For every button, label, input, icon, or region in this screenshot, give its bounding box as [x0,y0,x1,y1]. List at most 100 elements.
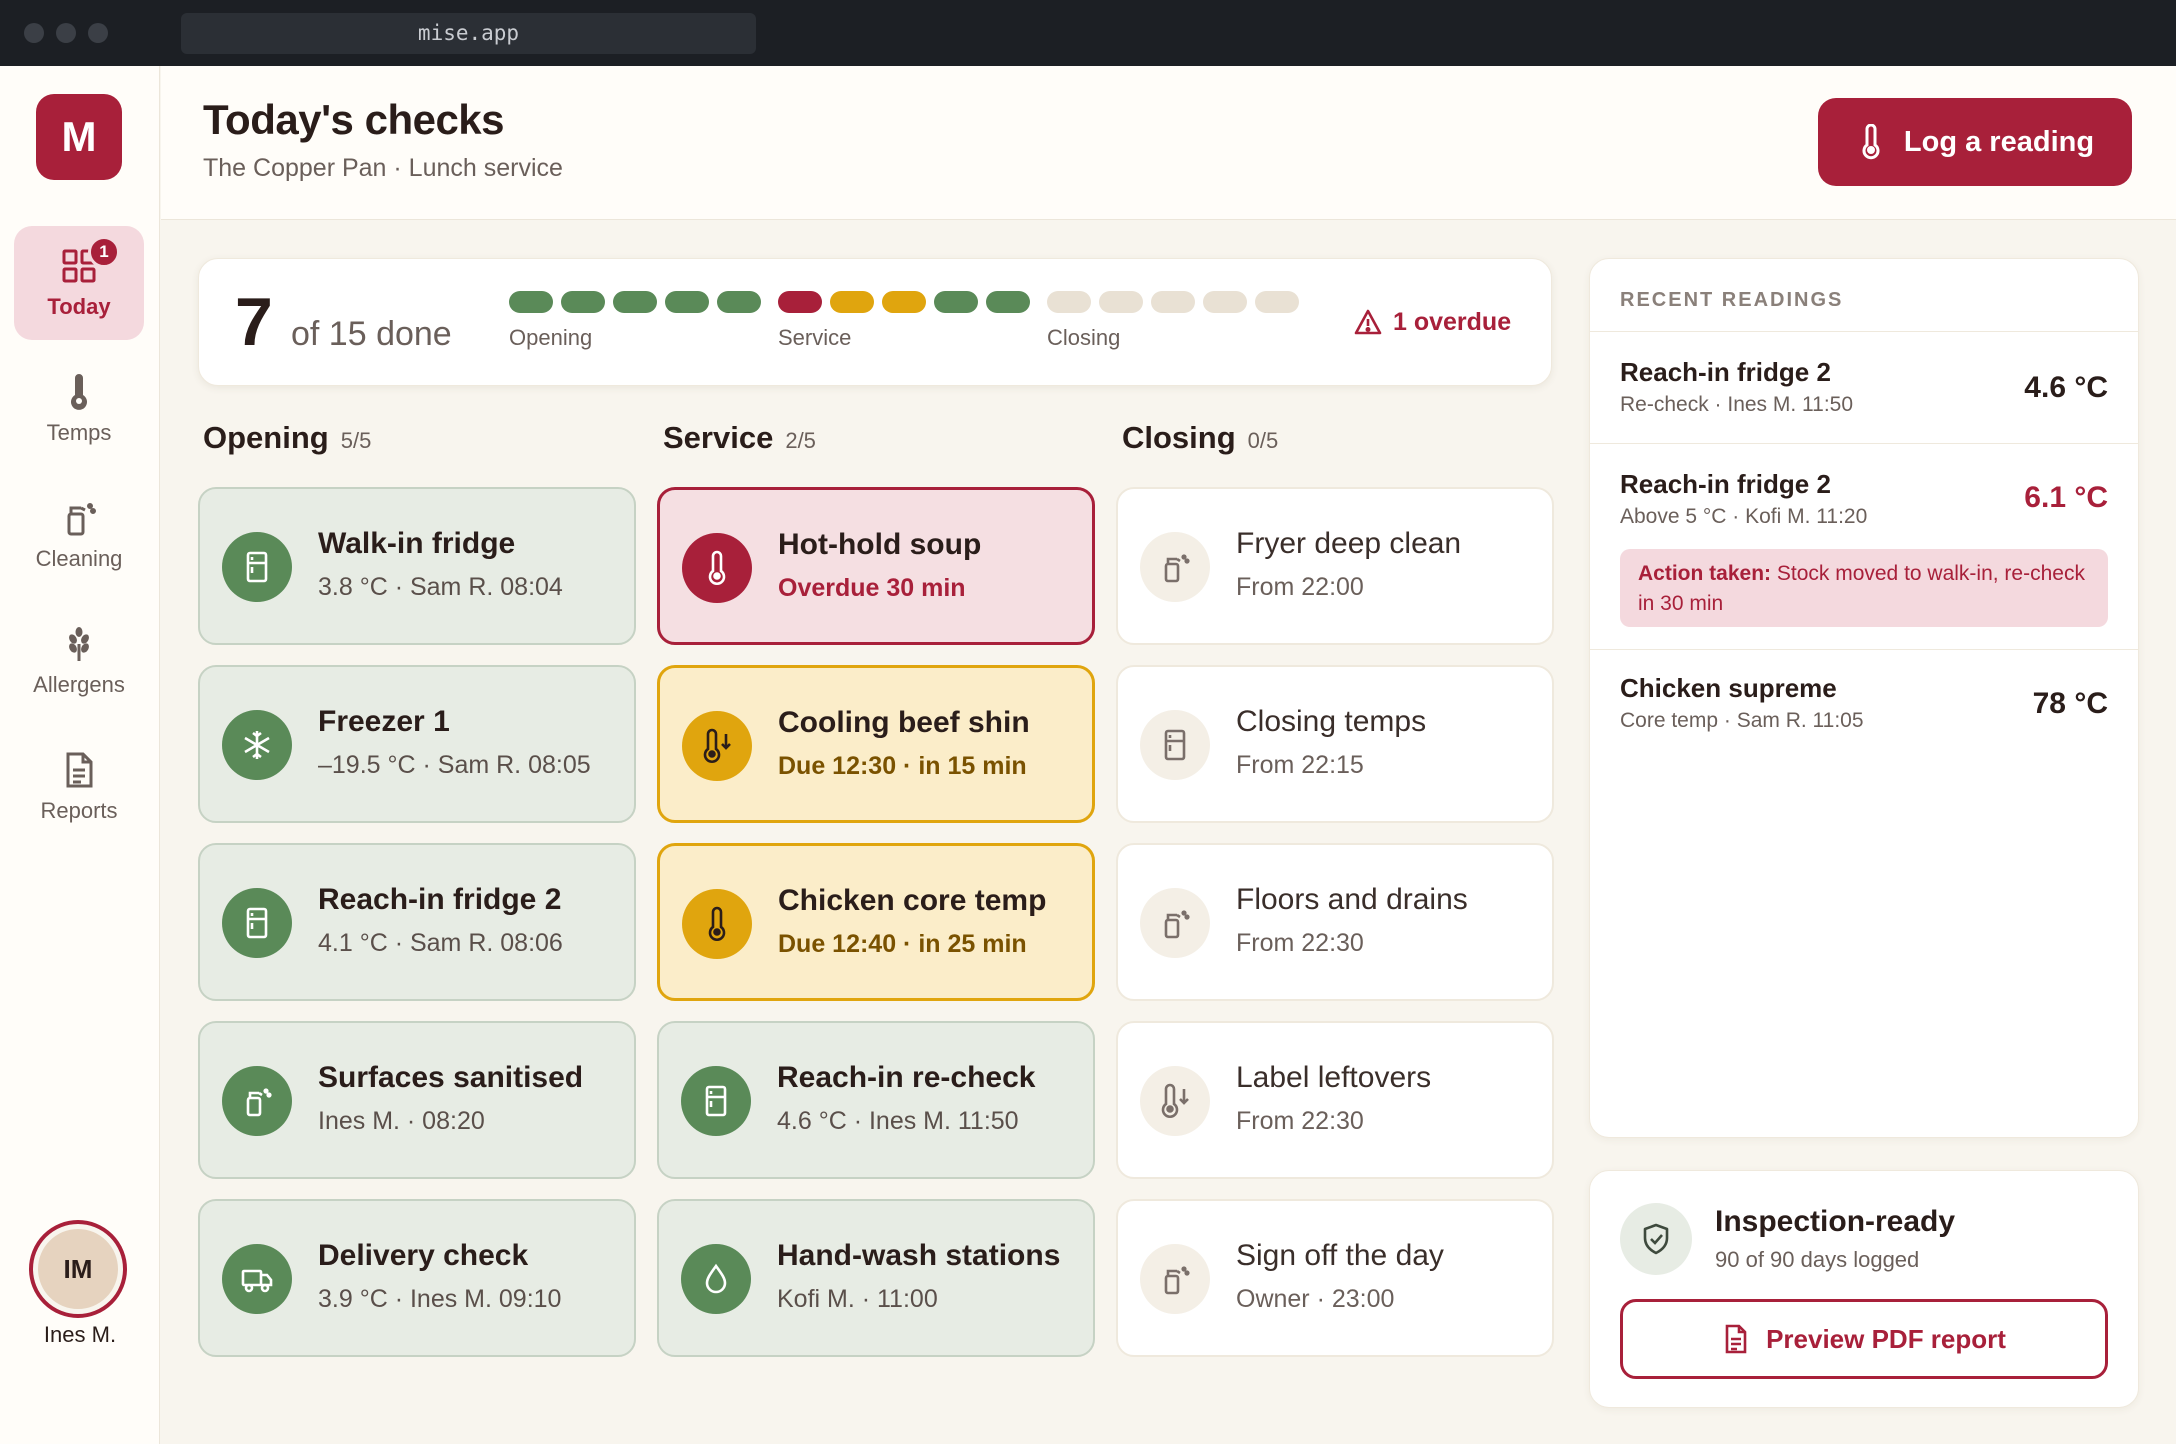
task-title: Fryer deep clean [1236,527,1462,560]
task-card[interactable]: Reach-in re-check 4.6 °C · Ines M. 11:50 [657,1021,1095,1179]
sidebar-item-today[interactable]: Today 1 [14,226,144,340]
reading-meta: Core temp · Sam R. 11:05 [1620,709,1864,732]
task-card[interactable]: Sign off the day Owner · 23:00 [1116,1199,1554,1357]
column-header-closing: Closing 0/5 [1122,420,1278,456]
user-name: Ines M. [43,1322,117,1347]
task-title: Freezer 1 [318,705,450,738]
sidebar-item-label: Temps [46,420,112,445]
spray-bottle-icon [1140,1244,1210,1314]
task-subtitle: Owner · 23:00 [1236,1285,1395,1313]
inspection-title: Inspection-ready [1715,1205,1956,1238]
sidebar-item-temps[interactable]: Temps [14,352,144,466]
task-card[interactable]: Hot-hold soup Overdue 30 min [657,487,1095,645]
droplet-icon [681,1244,751,1314]
progress-segment-overdue [778,291,822,313]
progress-group-label: Opening [509,325,593,350]
progress-segment-done [561,291,605,313]
window-close-button[interactable] [24,23,44,43]
thermometer-down-icon [1140,1066,1210,1136]
task-title: Hand-wash stations [777,1239,1061,1272]
window-minimize-button[interactable] [56,23,76,43]
preview-pdf-button[interactable]: Preview PDF report [1620,1299,2108,1379]
sidebar-item-allergens[interactable]: Allergens [14,604,144,718]
task-card[interactable]: Reach-in fridge 2 4.1 °C · Sam R. 08:06 [198,843,636,1001]
avatar-initials: IM [38,1229,118,1309]
task-subtitle: 3.9 °C · Ines M. 09:10 [318,1285,562,1313]
shield-check-icon [1620,1203,1692,1275]
sidebar-item-label: Allergens [33,672,125,697]
column-header-service: Service 2/5 [663,420,816,456]
task-subtitle: Ines M. · 08:20 [318,1107,485,1135]
address-bar[interactable]: mise.app [181,13,756,54]
overdue-indicator[interactable]: 1 overdue [1353,307,1511,337]
task-card[interactable]: Surfaces sanitised Ines M. · 08:20 [198,1021,636,1179]
task-subtitle: Due 12:40 · in 25 min [778,930,1027,958]
task-card[interactable]: Floors and drains From 22:30 [1116,843,1554,1001]
task-subtitle: Due 12:30 · in 15 min [778,752,1027,780]
task-card[interactable]: Hand-wash stations Kofi M. · 11:00 [657,1199,1095,1357]
window-zoom-button[interactable] [88,23,108,43]
app-logo[interactable]: M [36,94,122,180]
reading-value: 4.6 °C [2024,371,2108,404]
progress-segment-due [830,291,874,313]
task-subtitle: Kofi M. · 11:00 [777,1285,938,1313]
task-card[interactable]: Cooling beef shin Due 12:30 · in 15 min [657,665,1095,823]
page-subtitle: The Copper Pan · Lunch service [203,154,563,182]
sidebar-item-label: Reports [40,798,118,823]
page-header: Today's checks The Copper Pan · Lunch se… [161,66,2176,220]
task-title: Chicken core temp [778,884,1047,917]
avatar[interactable]: IM [29,1220,127,1318]
sidebar-item-reports[interactable]: Reports [14,730,144,844]
task-subtitle: From 22:30 [1236,1107,1364,1135]
progress-group-label: Closing [1047,325,1121,350]
page-title: Today's checks [203,96,505,143]
overdue-text: 1 overdue [1393,307,1512,336]
column-title: Closing [1122,420,1236,455]
task-card[interactable]: Delivery check 3.9 °C · Ines M. 09:10 [198,1199,636,1357]
task-title: Reach-in re-check [777,1061,1036,1094]
task-title: Closing temps [1236,705,1427,738]
inspection-subtitle: 90 of 90 days logged [1715,1247,1920,1272]
progress-segment-due [882,291,926,313]
spray-bottle-icon [222,1066,292,1136]
fridge-icon [681,1066,751,1136]
reading-meta: Re-check · Ines M. 11:50 [1620,393,1854,416]
task-subtitle: –19.5 °C · Sam R. 08:05 [318,751,591,779]
fridge-icon [222,888,292,958]
task-title: Label leftovers [1236,1061,1432,1094]
divider [1590,649,2138,650]
sidebar-item-cleaning[interactable]: Cleaning [14,478,144,592]
task-title: Reach-in fridge 2 [318,883,562,916]
progress-segment-done [717,291,761,313]
spray-bottle-icon [67,503,96,536]
done-total-text: of 15 done [291,315,452,353]
task-card[interactable]: Chicken core temp Due 12:40 · in 25 min [657,843,1095,1001]
preview-pdf-label: Preview PDF report [1766,1323,2006,1354]
task-card[interactable]: Freezer 1 –19.5 °C · Sam R. 08:05 [198,665,636,823]
action-taken-note: Action taken: Stock moved to walk-in, re… [1620,549,2108,627]
task-title: Hot-hold soup [778,528,982,561]
reading-meta: Above 5 °C · Kofi M. 11:20 [1620,505,1868,528]
task-card[interactable]: Closing temps From 22:15 [1116,665,1554,823]
column-title: Opening [203,420,329,455]
thermometer-icon [682,889,752,959]
reading-value: 78 °C [2032,687,2108,720]
reading-name: Chicken supreme [1620,673,1837,703]
snowflake-icon [222,710,292,780]
task-title: Walk-in fridge [318,527,516,560]
task-title: Delivery check [318,1239,529,1272]
progress-summary: 7 of 15 done Opening Service Closing 1 o… [198,258,1552,386]
column-count: 5/5 [340,428,372,453]
task-card[interactable]: Label leftovers From 22:30 [1116,1021,1554,1179]
log-reading-button[interactable]: Log a reading [1818,98,2132,186]
task-card[interactable]: Fryer deep clean From 22:00 [1116,487,1554,645]
progress-group-label: Service [778,325,852,350]
task-card[interactable]: Walk-in fridge 3.8 °C · Sam R. 08:04 [198,487,636,645]
task-subtitle: 4.6 °C · Ines M. 11:50 [777,1107,1019,1135]
log-reading-label: Log a reading [1903,125,2095,158]
spray-bottle-icon [1140,888,1210,958]
progress-segment-done [509,291,553,313]
document-icon [1725,1324,1747,1354]
reading-name: Reach-in fridge 2 [1620,357,1831,387]
task-title: Floors and drains [1236,883,1468,916]
